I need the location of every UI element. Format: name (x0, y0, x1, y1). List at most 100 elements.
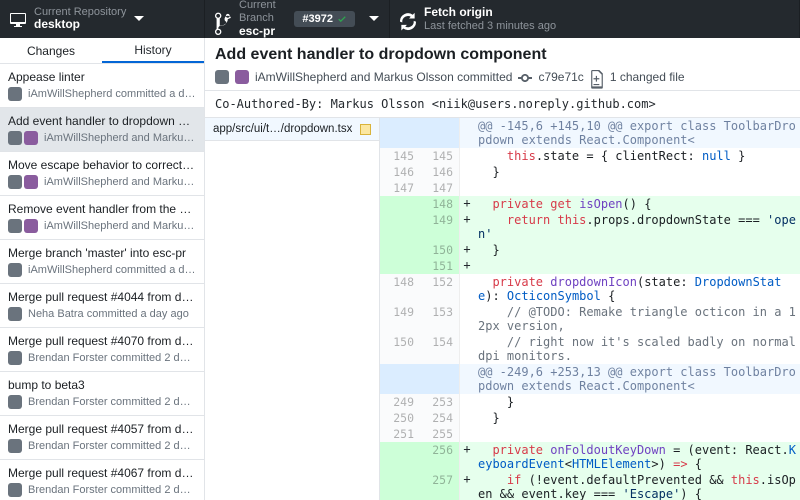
desktop-icon (10, 11, 26, 27)
fetch-sub: Last fetched 3 minutes ago (424, 20, 556, 33)
gutter-old: 249 (380, 394, 420, 410)
diff-sign (460, 410, 474, 426)
tab-changes[interactable]: Changes (0, 38, 102, 63)
diff-sign (460, 274, 474, 304)
diff-code: } (474, 394, 800, 410)
avatar (215, 70, 229, 84)
commit-item[interactable]: Remove event handler from the bran…iAmWi… (0, 196, 204, 240)
app-toolbar: Current Repository desktop Current Branc… (0, 0, 800, 38)
diff-row: 149+ return this.props.dropdownState ===… (380, 212, 800, 242)
diff-sign (460, 394, 474, 410)
diff-sign: + (460, 196, 474, 212)
commit-header: Add event handler to dropdown component … (205, 38, 800, 91)
file-item[interactable]: app/src/ui/t…/dropdown.tsx (205, 118, 379, 141)
history-sidebar: Changes History Appease linteriAmWillShe… (0, 38, 205, 500)
avatar (8, 395, 22, 409)
gutter-old (380, 258, 420, 274)
avatar (235, 70, 249, 84)
gutter-old (380, 364, 420, 394)
commit-item[interactable]: bump to beta3Brendan Forster committed 2… (0, 372, 204, 416)
diff-sign (460, 164, 474, 180)
gutter-new: 256 (420, 442, 460, 472)
commit-item[interactable]: Merge pull request #4067 from desk… Brend… (0, 460, 204, 500)
gutter-new (420, 118, 460, 148)
commit-item-title: Move escape behavior to correct co… (8, 158, 196, 172)
gutter-new: 151 (420, 258, 460, 274)
repo-value: desktop (34, 18, 126, 32)
commit-item-title: Merge pull request #4044 from des… (8, 290, 196, 304)
avatar (8, 351, 22, 365)
commit-item-sub: iAmWillShepherd and Markus Olsson… (44, 220, 196, 232)
avatar (24, 131, 38, 145)
diff-code: @@ -249,6 +253,13 @@ export class Toolba… (474, 364, 800, 394)
diff-row: 251255 (380, 426, 800, 442)
diff-area: app/src/ui/t…/dropdown.tsx @@ -145,6 +14… (205, 118, 800, 500)
gutter-new: 147 (420, 180, 460, 196)
diff-row: 256+ private onFoldoutKeyDown = (event: … (380, 442, 800, 472)
avatar (8, 131, 22, 145)
commit-item-title: Merge pull request #4070 from desk… (8, 334, 196, 348)
diff-code: // @TODO: Remake triangle octicon in a 1… (474, 304, 800, 334)
diff-row: 148+ private get isOpen() { (380, 196, 800, 212)
git-commit-icon (518, 70, 532, 84)
branch-label: Current Branch (239, 0, 294, 25)
diff-view[interactable]: @@ -145,6 +145,10 @@ export class Toolba… (380, 118, 800, 500)
gutter-new: 253 (420, 394, 460, 410)
diff-code: } (474, 410, 800, 426)
coauthor-line: Co-Authored-By: Markus Olsson <niik@user… (205, 91, 800, 118)
diff-code: this.state = { clientRect: null } (474, 148, 800, 164)
commit-item-sub: Brendan Forster committed 2 days ago (28, 484, 196, 496)
diff-sign (460, 304, 474, 334)
commit-item[interactable]: Merge pull request #4057 from desk…Brend… (0, 416, 204, 460)
commit-item[interactable]: Merge pull request #4044 from des…Neha B… (0, 284, 204, 328)
diff-row: 257+ if (!event.defaultPrevented && this… (380, 472, 800, 500)
gutter-old (380, 118, 420, 148)
gutter-old: 145 (380, 148, 420, 164)
diff-row: 149153 // @TODO: Remake triangle octicon… (380, 304, 800, 334)
fetch-label: Fetch origin (424, 6, 556, 20)
commit-item-sub: iAmWillShepherd and Markus Olsson… (44, 132, 196, 144)
avatar (8, 87, 22, 101)
diff-code (474, 180, 800, 196)
gutter-old (380, 212, 420, 242)
commit-item-sub: Brendan Forster committed 2 days ago (28, 440, 196, 452)
diff-code: return this.props.dropdownState === 'ope… (474, 212, 800, 242)
diff-row: 150154 // right now it's scaled badly on… (380, 334, 800, 364)
commit-item-title: bump to beta3 (8, 378, 196, 392)
commit-item[interactable]: Add event handler to dropdown com… iAmWil… (0, 108, 204, 152)
diff-sign: + (460, 258, 474, 274)
diff-code: private onFoldoutKeyDown = (event: React… (474, 442, 800, 472)
diff-sign (460, 426, 474, 442)
commit-item[interactable]: Appease linteriAmWillShepherd committed … (0, 64, 204, 108)
diff-row: @@ -145,6 +145,10 @@ export class Toolba… (380, 118, 800, 148)
diff-code (474, 426, 800, 442)
diff-code (474, 258, 800, 274)
gutter-new: 257 (420, 472, 460, 500)
commit-item-title: Merge branch 'master' into esc-pr (8, 246, 196, 260)
repo-selector[interactable]: Current Repository desktop (0, 0, 205, 38)
sync-icon (400, 11, 416, 27)
commit-item[interactable]: Merge pull request #4070 from desk…Brend… (0, 328, 204, 372)
gutter-old (380, 242, 420, 258)
branch-value: esc-pr (239, 25, 294, 39)
diff-row: 150+ } (380, 242, 800, 258)
diff-sign: + (460, 242, 474, 258)
commit-item[interactable]: Merge branch 'master' into esc-priAmWill… (0, 240, 204, 284)
gutter-new: 152 (420, 274, 460, 304)
commit-item-title: Add event handler to dropdown com… (8, 114, 196, 128)
chevron-down-icon (134, 16, 144, 22)
fetch-button[interactable]: Fetch origin Last fetched 3 minutes ago (390, 0, 800, 38)
sidebar-tabs: Changes History (0, 38, 204, 64)
commit-list[interactable]: Appease linteriAmWillShepherd committed … (0, 64, 204, 500)
diff-row: 249253 } (380, 394, 800, 410)
commit-item-title: Merge pull request #4067 from desk… (8, 466, 196, 480)
commit-item-sub: iAmWillShepherd and Markus Olsson… (44, 176, 196, 188)
gutter-old (380, 442, 420, 472)
branch-selector[interactable]: Current Branch esc-pr #3972 (205, 0, 390, 38)
gutter-new: 149 (420, 212, 460, 242)
file-name: app/src/ui/t…/dropdown.tsx (213, 123, 352, 135)
diff-row: 145145 this.state = { clientRect: null } (380, 148, 800, 164)
diff-row: 250254 } (380, 410, 800, 426)
tab-history[interactable]: History (102, 38, 204, 63)
commit-item[interactable]: Move escape behavior to correct co… iAmWi… (0, 152, 204, 196)
